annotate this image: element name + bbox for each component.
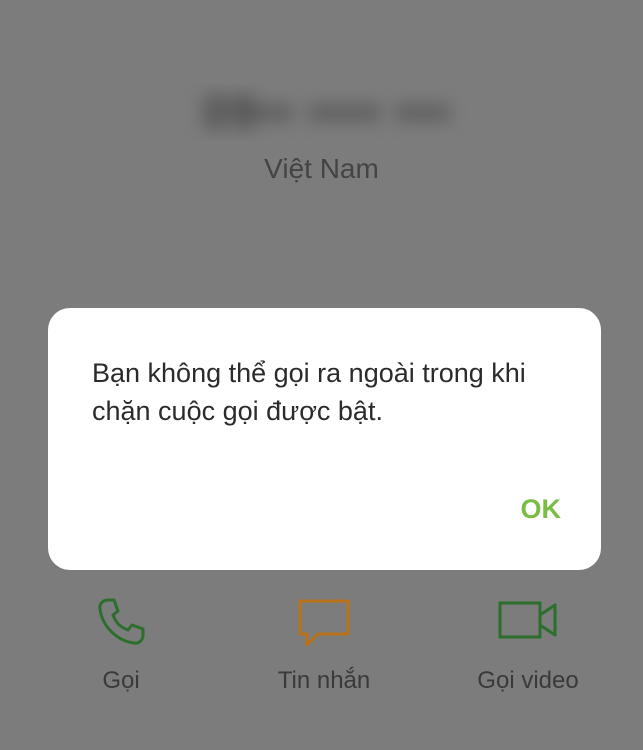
contact-country: Việt Nam xyxy=(264,153,379,184)
contact-number-blurred: 09•• •••• ••• xyxy=(182,84,472,140)
message-bubble-icon xyxy=(296,596,352,655)
call-label: Gọi xyxy=(102,667,140,694)
contact-screen: 09•• •••• ••• Việt Nam Gọi Tin nhắn Gọi … xyxy=(0,0,643,750)
contact-number: 09•• •••• ••• xyxy=(203,86,451,138)
call-blocked-dialog: Bạn không thể gọi ra ngoài trong khi chặ… xyxy=(48,308,601,570)
video-call-button[interactable]: Gọi video xyxy=(438,592,618,702)
message-button[interactable]: Tin nhắn xyxy=(234,592,414,702)
phone-icon xyxy=(95,596,147,653)
call-button[interactable]: Gọi xyxy=(31,592,211,702)
ok-button[interactable]: OK xyxy=(521,492,562,526)
dialog-message: Bạn không thể gọi ra ngoài trong khi chặ… xyxy=(92,358,526,426)
video-camera-icon xyxy=(497,596,559,649)
video-call-label: Gọi video xyxy=(477,667,579,694)
contact-action-bar: Gọi Tin nhắn Gọi video xyxy=(0,592,643,712)
message-label: Tin nhắn xyxy=(277,667,371,694)
